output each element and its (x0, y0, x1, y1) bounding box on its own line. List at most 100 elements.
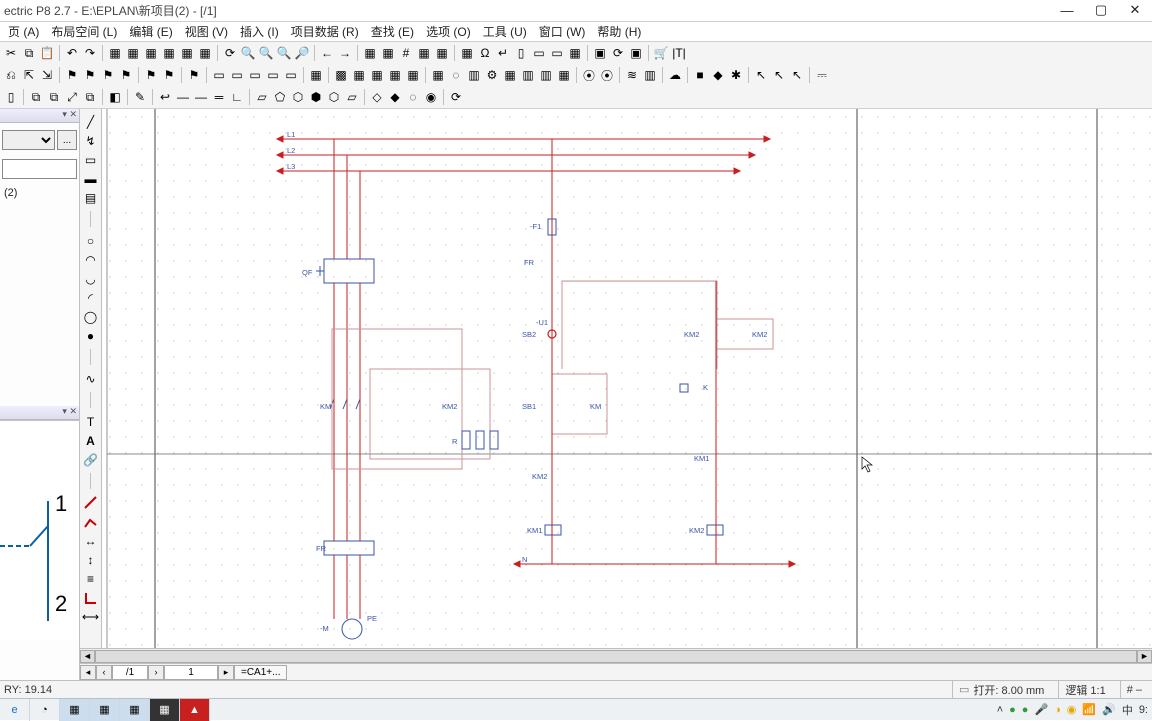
tool-shape-icon[interactable]: ⬡ (325, 88, 343, 106)
tool-generic-icon[interactable]: ▦ (196, 44, 214, 62)
tool-generic-icon[interactable]: ⎌ (2, 66, 20, 84)
filter-select[interactable] (2, 130, 55, 150)
tool-conn-icon[interactable]: Ω (476, 44, 494, 62)
tool-dash-icon[interactable]: — (192, 88, 210, 106)
tool-link-icon[interactable]: 🔗 (82, 451, 100, 468)
tool-arc2-icon[interactable]: ◡ (82, 270, 100, 287)
tool-arc-icon[interactable]: ◠ (82, 251, 100, 268)
tool-horiz-icon[interactable]: ↔ (82, 532, 100, 549)
tool-grid-icon[interactable]: ▦ (386, 66, 404, 84)
tool-grid-icon[interactable]: # (397, 44, 415, 62)
tool-flag-icon[interactable]: ⚑ (142, 66, 160, 84)
tool-red-poly-icon[interactable] (82, 513, 100, 530)
tool-flag-icon[interactable]: ⚑ (160, 66, 178, 84)
tool-grid-icon[interactable]: ▦ (501, 66, 519, 84)
tool-generic-icon[interactable]: ◉ (422, 88, 440, 106)
tray-icon[interactable]: ● (1009, 704, 1016, 716)
tool-dot-icon[interactable]: ✱ (727, 66, 745, 84)
task-app-icon[interactable]: ◔ (30, 699, 60, 721)
tool-angle-icon[interactable]: ↵ (494, 44, 512, 62)
tool-rect-fill-icon[interactable]: ▬ (82, 170, 100, 187)
filter-more-button[interactable]: ... (57, 130, 77, 150)
tool-rectlist-icon[interactable]: ▤ (82, 189, 100, 206)
tool-arc3-icon[interactable]: ◜ (82, 289, 100, 306)
tool-color-icon[interactable]: ▥ (519, 66, 537, 84)
tool-nav-left-icon[interactable]: ← (318, 44, 336, 62)
panel-pin-icon[interactable]: ▾ (62, 109, 67, 119)
tool-generic-icon[interactable]: ⦿ (598, 66, 616, 84)
menu-tools[interactable]: 工具 (U) (477, 21, 533, 42)
tool-grid-icon[interactable]: ▦ (404, 66, 422, 84)
tool-color-icon[interactable]: ▥ (465, 66, 483, 84)
menu-view[interactable]: 视图 (V) (179, 21, 234, 42)
search-input[interactable] (2, 159, 77, 179)
tool-shape-icon[interactable]: ⬠ (271, 88, 289, 106)
page-tab-current[interactable]: /1 (112, 665, 148, 680)
tray-volume-icon[interactable]: 🔊 (1102, 703, 1116, 716)
tool-color-icon[interactable]: ▥ (537, 66, 555, 84)
tool-generic-icon[interactable]: ⧉ (27, 88, 45, 106)
menu-options[interactable]: 选项 (O) (420, 21, 477, 42)
tool-textframe-icon[interactable]: |T| (670, 44, 688, 62)
tool-shape-icon[interactable]: ▱ (343, 88, 361, 106)
tool-rect-outline-icon[interactable]: ▭ (82, 151, 100, 168)
tool-cursor-icon[interactable]: ↖ (788, 66, 806, 84)
tray-icon[interactable]: ◑ (1054, 704, 1061, 716)
task-app-icon[interactable]: ▦ (120, 699, 150, 721)
tool-layers-icon[interactable]: ▥ (641, 66, 659, 84)
task-edge-icon[interactable]: e (0, 699, 30, 721)
task-app-icon[interactable]: ▦ (150, 699, 180, 721)
tool-generic-icon[interactable]: ⤢ (63, 88, 81, 106)
tool-grid-icon[interactable]: ▦ (555, 66, 573, 84)
tray-clock[interactable]: 9: (1139, 704, 1148, 716)
tab-first-icon[interactable]: ◂ (80, 665, 96, 680)
tool-generic-icon[interactable]: ⇱ (20, 66, 38, 84)
tool-cut-icon[interactable]: ✂ (2, 44, 20, 62)
tool-winfit-icon[interactable]: ▣ (627, 44, 645, 62)
tool-copy-icon[interactable]: ⧉ (20, 44, 38, 62)
tool-cloud-icon[interactable]: ☁ (666, 66, 684, 84)
tool-generic-icon[interactable]: ⇲ (38, 66, 56, 84)
tool-circle-icon[interactable]: ○ (82, 232, 100, 249)
tool-equals-icon[interactable]: ═ (210, 88, 228, 106)
tool-gear-icon[interactable]: ⚙ (483, 66, 501, 84)
tool-cursor-icon[interactable]: ↖ (770, 66, 788, 84)
canvas[interactable]: L1 L2 L3 QF (102, 109, 1152, 648)
tool-generic-icon[interactable]: ◆ (386, 88, 404, 106)
tab-next-icon[interactable]: › (148, 665, 164, 680)
tool-generic-icon[interactable]: ▦ (124, 44, 142, 62)
tool-dash-icon[interactable]: — (174, 88, 192, 106)
tool-text-icon[interactable]: T (82, 413, 100, 430)
tool-snap-icon[interactable]: ▦ (458, 44, 476, 62)
tool-circle-icon[interactable]: ◌ (447, 66, 465, 84)
tool-zoom-in-icon[interactable]: 🔍 (239, 44, 257, 62)
tool-generic-icon[interactable]: ▦ (142, 44, 160, 62)
tool-snap-icon[interactable]: ▭ (548, 44, 566, 62)
tool-rect-icon[interactable]: ▭ (246, 66, 264, 84)
tool-generic-icon[interactable]: ◧ (106, 88, 124, 106)
tool-shape-icon[interactable]: ⬡ (289, 88, 307, 106)
tool-grid-icon[interactable]: ▩ (332, 66, 350, 84)
tool-generic-icon[interactable]: ⟳ (609, 44, 627, 62)
scroll-right-icon[interactable]: ► (1137, 650, 1152, 663)
tool-return-icon[interactable]: ↩ (156, 88, 174, 106)
tool-grid-icon[interactable]: ▦ (379, 44, 397, 62)
tool-rect-icon[interactable]: ▭ (264, 66, 282, 84)
tool-generic-icon[interactable]: ▦ (178, 44, 196, 62)
menu-window[interactable]: 窗口 (W) (533, 21, 592, 42)
tree-item[interactable]: (2) (0, 185, 79, 201)
tool-flag-icon[interactable]: ⚑ (81, 66, 99, 84)
tool-ellipse-icon[interactable]: ◯ (82, 308, 100, 325)
page-number-input[interactable] (164, 665, 218, 680)
tool-generic-icon[interactable]: ▦ (160, 44, 178, 62)
tool-filled-circle-icon[interactable]: ● (82, 327, 100, 344)
tool-wire3-icon[interactable]: ≡ (82, 570, 100, 587)
tool-nav-right-icon[interactable]: → (336, 44, 354, 62)
tool-zoom-icon[interactable]: 🔍 (275, 44, 293, 62)
tool-rect-icon[interactable]: ▭ (282, 66, 300, 84)
tool-cart-icon[interactable]: 🛒 (652, 44, 670, 62)
tool-flag-icon[interactable]: ⚑ (185, 66, 203, 84)
tool-dot-icon[interactable]: ◆ (709, 66, 727, 84)
tool-flag-icon[interactable]: ⚑ (99, 66, 117, 84)
tab-prev-icon[interactable]: ‹ (96, 665, 112, 680)
